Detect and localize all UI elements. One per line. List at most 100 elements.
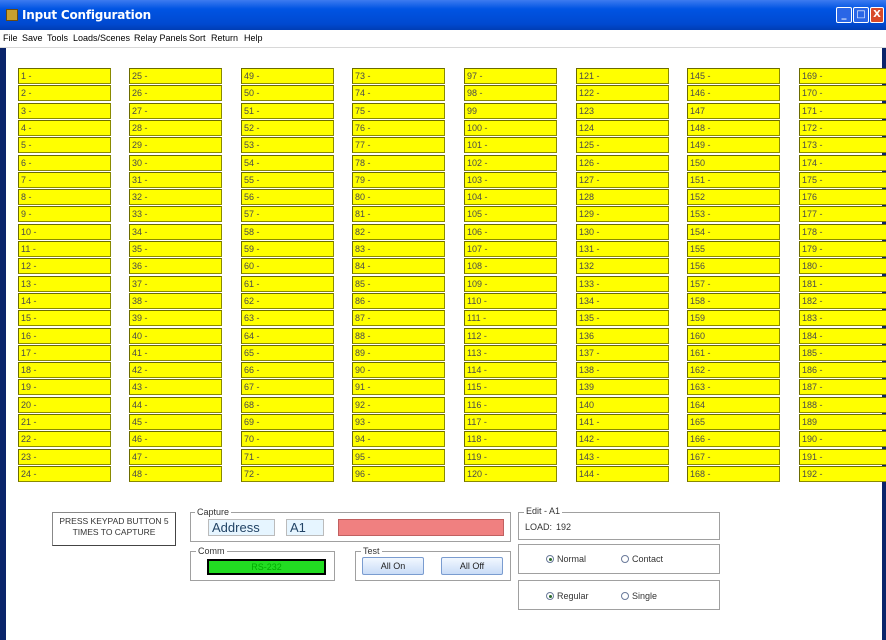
input-cell[interactable]: 139 bbox=[576, 379, 669, 395]
input-cell[interactable]: 29 - bbox=[129, 137, 222, 153]
single-radio-label[interactable]: Single bbox=[632, 591, 657, 601]
input-cell[interactable]: 177 - bbox=[799, 206, 886, 222]
input-cell[interactable]: 155 bbox=[687, 241, 780, 257]
input-cell[interactable]: 74 - bbox=[352, 85, 445, 101]
input-cell[interactable]: 99 bbox=[464, 103, 557, 119]
input-cell[interactable]: 184 - bbox=[799, 328, 886, 344]
input-cell[interactable]: 157 - bbox=[687, 276, 780, 292]
input-cell[interactable]: 36 - bbox=[129, 258, 222, 274]
input-cell[interactable]: 135 - bbox=[576, 310, 669, 326]
input-cell[interactable]: 81 - bbox=[352, 206, 445, 222]
input-cell[interactable]: 49 - bbox=[241, 68, 334, 84]
input-cell[interactable]: 28 - bbox=[129, 120, 222, 136]
input-cell[interactable]: 144 - bbox=[576, 466, 669, 482]
input-cell[interactable]: 107 - bbox=[464, 241, 557, 257]
input-cell[interactable]: 64 - bbox=[241, 328, 334, 344]
input-cell[interactable]: 62 - bbox=[241, 293, 334, 309]
input-cell[interactable]: 122 - bbox=[576, 85, 669, 101]
input-cell[interactable]: 158 - bbox=[687, 293, 780, 309]
input-cell[interactable]: 100 - bbox=[464, 120, 557, 136]
input-cell[interactable]: 60 - bbox=[241, 258, 334, 274]
input-cell[interactable]: 113 - bbox=[464, 345, 557, 361]
input-cell[interactable]: 61 - bbox=[241, 276, 334, 292]
input-cell[interactable]: 1 - bbox=[18, 68, 111, 84]
normal-radio[interactable] bbox=[546, 555, 554, 563]
input-cell[interactable]: 43 - bbox=[129, 379, 222, 395]
input-cell[interactable]: 59 - bbox=[241, 241, 334, 257]
regular-radio[interactable] bbox=[546, 592, 554, 600]
input-cell[interactable]: 159 bbox=[687, 310, 780, 326]
input-cell[interactable]: 134 - bbox=[576, 293, 669, 309]
input-cell[interactable]: 182 - bbox=[799, 293, 886, 309]
input-cell[interactable]: 147 bbox=[687, 103, 780, 119]
input-cell[interactable]: 12 - bbox=[18, 258, 111, 274]
title-bar[interactable]: Input Configuration _ □ X bbox=[0, 0, 886, 30]
input-cell[interactable]: 104 - bbox=[464, 189, 557, 205]
input-cell[interactable]: 40 - bbox=[129, 328, 222, 344]
input-cell[interactable]: 163 - bbox=[687, 379, 780, 395]
input-cell[interactable]: 54 - bbox=[241, 155, 334, 171]
input-cell[interactable]: 129 - bbox=[576, 206, 669, 222]
input-cell[interactable]: 69 - bbox=[241, 414, 334, 430]
input-cell[interactable]: 112 - bbox=[464, 328, 557, 344]
input-cell[interactable]: 191 - bbox=[799, 449, 886, 465]
input-cell[interactable]: 41 - bbox=[129, 345, 222, 361]
input-cell[interactable]: 91 - bbox=[352, 379, 445, 395]
input-cell[interactable]: 58 - bbox=[241, 224, 334, 240]
input-cell[interactable]: 86 - bbox=[352, 293, 445, 309]
input-cell[interactable]: 111 - bbox=[464, 310, 557, 326]
input-cell[interactable]: 96 - bbox=[352, 466, 445, 482]
input-cell[interactable]: 105 - bbox=[464, 206, 557, 222]
input-cell[interactable]: 15 - bbox=[18, 310, 111, 326]
input-cell[interactable]: 124 bbox=[576, 120, 669, 136]
input-cell[interactable]: 141 - bbox=[576, 414, 669, 430]
input-cell[interactable]: 19 - bbox=[18, 379, 111, 395]
input-cell[interactable]: 21 - bbox=[18, 414, 111, 430]
input-cell[interactable]: 10 - bbox=[18, 224, 111, 240]
input-cell[interactable]: 95 - bbox=[352, 449, 445, 465]
input-cell[interactable]: 179 - bbox=[799, 241, 886, 257]
contact-radio-label[interactable]: Contact bbox=[632, 554, 663, 564]
menu-save[interactable]: Save bbox=[22, 33, 43, 43]
input-cell[interactable]: 55 - bbox=[241, 172, 334, 188]
input-cell[interactable]: 145 - bbox=[687, 68, 780, 84]
input-cell[interactable]: 44 - bbox=[129, 397, 222, 413]
input-cell[interactable]: 186 - bbox=[799, 362, 886, 378]
input-cell[interactable]: 35 - bbox=[129, 241, 222, 257]
input-cell[interactable]: 83 - bbox=[352, 241, 445, 257]
input-cell[interactable]: 162 - bbox=[687, 362, 780, 378]
input-cell[interactable]: 127 - bbox=[576, 172, 669, 188]
input-cell[interactable]: 97 - bbox=[464, 68, 557, 84]
input-cell[interactable]: 183 - bbox=[799, 310, 886, 326]
input-cell[interactable]: 18 - bbox=[18, 362, 111, 378]
input-cell[interactable]: 13 - bbox=[18, 276, 111, 292]
input-cell[interactable]: 7 - bbox=[18, 172, 111, 188]
input-cell[interactable]: 108 - bbox=[464, 258, 557, 274]
input-cell[interactable]: 190 - bbox=[799, 431, 886, 447]
input-cell[interactable]: 31 - bbox=[129, 172, 222, 188]
input-cell[interactable]: 102 - bbox=[464, 155, 557, 171]
input-cell[interactable]: 171 - bbox=[799, 103, 886, 119]
input-cell[interactable]: 187 - bbox=[799, 379, 886, 395]
input-cell[interactable]: 132 bbox=[576, 258, 669, 274]
menu-tools[interactable]: Tools bbox=[47, 33, 68, 43]
input-cell[interactable]: 22 - bbox=[18, 431, 111, 447]
menu-return[interactable]: Return bbox=[211, 33, 238, 43]
input-cell[interactable]: 172 - bbox=[799, 120, 886, 136]
input-cell[interactable]: 173 - bbox=[799, 137, 886, 153]
input-cell[interactable]: 53 - bbox=[241, 137, 334, 153]
input-cell[interactable]: 92 - bbox=[352, 397, 445, 413]
input-cell[interactable]: 142 - bbox=[576, 431, 669, 447]
input-cell[interactable]: 160 bbox=[687, 328, 780, 344]
input-cell[interactable]: 72 - bbox=[241, 466, 334, 482]
input-cell[interactable]: 120 - bbox=[464, 466, 557, 482]
input-cell[interactable]: 106 - bbox=[464, 224, 557, 240]
input-cell[interactable]: 4 - bbox=[18, 120, 111, 136]
all-on-button[interactable]: All On bbox=[362, 557, 424, 575]
input-cell[interactable]: 87 - bbox=[352, 310, 445, 326]
input-cell[interactable]: 161 - bbox=[687, 345, 780, 361]
input-cell[interactable]: 156 bbox=[687, 258, 780, 274]
input-cell[interactable]: 46 - bbox=[129, 431, 222, 447]
input-cell[interactable]: 116 - bbox=[464, 397, 557, 413]
input-cell[interactable]: 148 - bbox=[687, 120, 780, 136]
